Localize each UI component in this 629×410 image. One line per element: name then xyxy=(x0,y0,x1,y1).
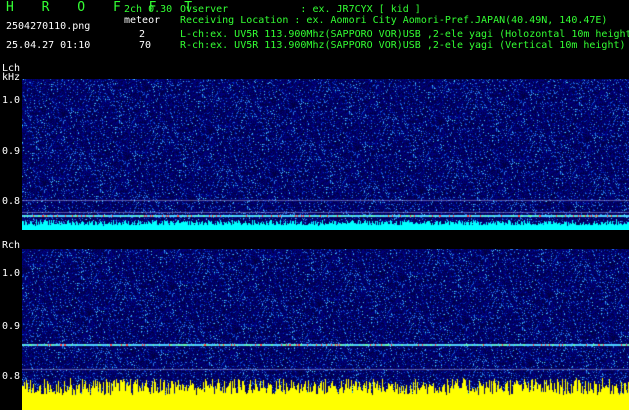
rch-ytick-3: 0.8 xyxy=(2,371,21,382)
lch-meteor-count: 2 xyxy=(139,29,146,40)
datetime-label: 25.04.27 01:10 xyxy=(6,40,91,51)
rch-label: Rch xyxy=(2,240,21,251)
app-title: H R O F F T xyxy=(6,0,203,15)
rch-ytick-2: 0.9 xyxy=(2,321,21,332)
rch-meteor-count: 70 xyxy=(139,40,152,51)
version-label: 2ch 0.30 xyxy=(124,4,173,15)
rch-setup-line: R-ch:ex. UV5R 113.900Mhz(SAPPORO VOR)USB… xyxy=(180,40,626,51)
observer-line: Ovserver : ex. JR7CYX [ kid ] xyxy=(180,4,421,15)
lch-ytick-1: 1.0 xyxy=(2,95,21,106)
rch-ytick-1: 1.0 xyxy=(2,268,21,279)
filename-label: 2504270110.png xyxy=(6,21,91,32)
lch-spectrogram xyxy=(22,79,629,230)
lch-setup-line: L-ch:ex. UV5R 113.900Mhz(SAPPORO VOR)USB… xyxy=(180,29,629,40)
rch-spectrogram xyxy=(22,249,629,410)
lch-ytick-2: 0.9 xyxy=(2,146,21,157)
lch-unit-label: kHz xyxy=(2,72,21,83)
meteor-label: meteor xyxy=(124,15,161,26)
location-line: Receiving Location : ex. Aomori City Aom… xyxy=(180,15,608,26)
lch-ytick-3: 0.8 xyxy=(2,196,21,207)
